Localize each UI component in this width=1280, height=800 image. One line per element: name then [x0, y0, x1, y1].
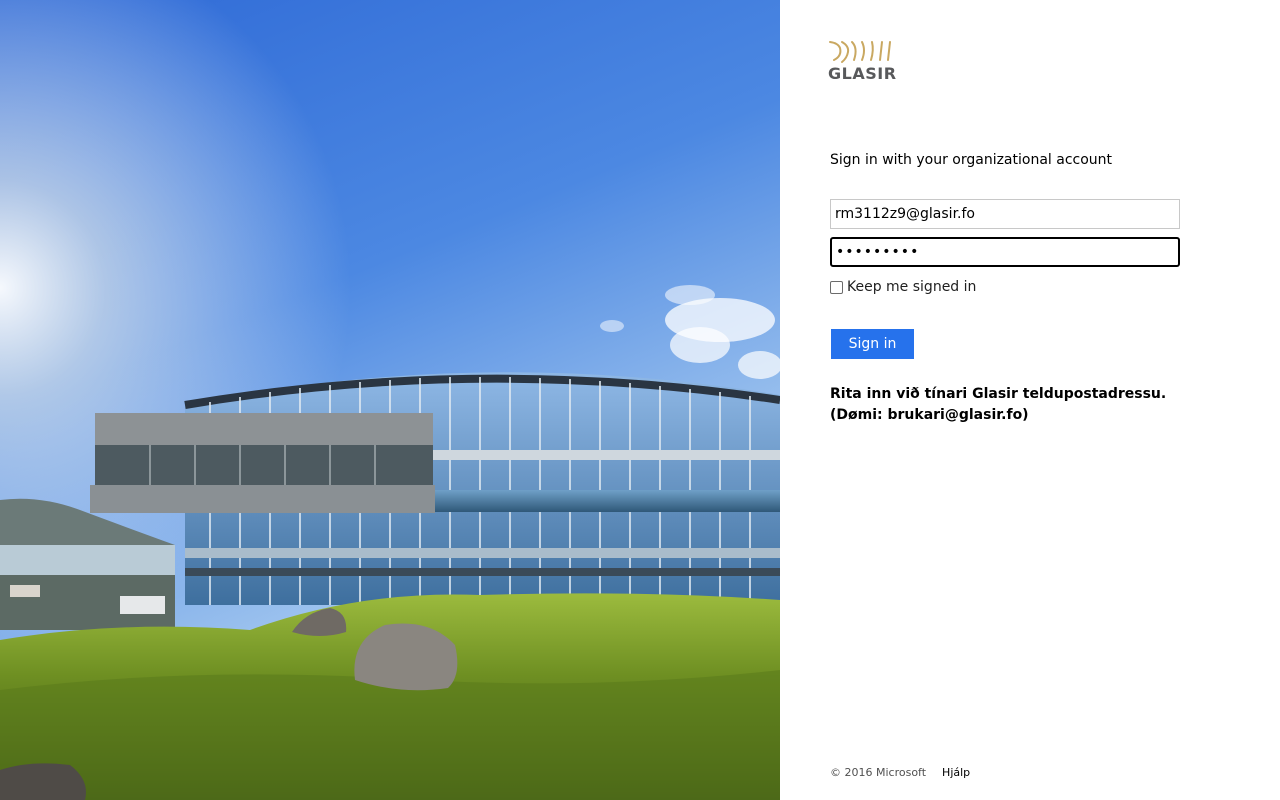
footer: © 2016 Microsoft Hjálp [830, 766, 970, 779]
username-input[interactable] [830, 199, 1180, 229]
copyright-text: © 2016 Microsoft [830, 766, 927, 779]
keep-signed-in-label[interactable]: Keep me signed in [847, 279, 976, 295]
signin-button[interactable]: Sign in [831, 329, 914, 359]
email-hint-text: Rita inn við tínari Glasir teldupostadre… [830, 386, 1167, 423]
signin-panel: GLASIR Sign in with your organizational … [780, 0, 1280, 800]
password-input[interactable] [830, 237, 1180, 267]
keep-signed-in-checkbox[interactable] [830, 280, 843, 294]
keep-signed-in-row[interactable]: Keep me signed in [830, 279, 976, 295]
help-link[interactable]: Hjálp [942, 766, 970, 779]
background-illustration [0, 0, 780, 800]
signin-heading: Sign in with your organizational account [830, 152, 1113, 168]
logo-wordmark: GLASIR [828, 64, 897, 83]
glasir-logo-icon [829, 41, 891, 63]
glasir-logo: GLASIR [828, 38, 896, 86]
